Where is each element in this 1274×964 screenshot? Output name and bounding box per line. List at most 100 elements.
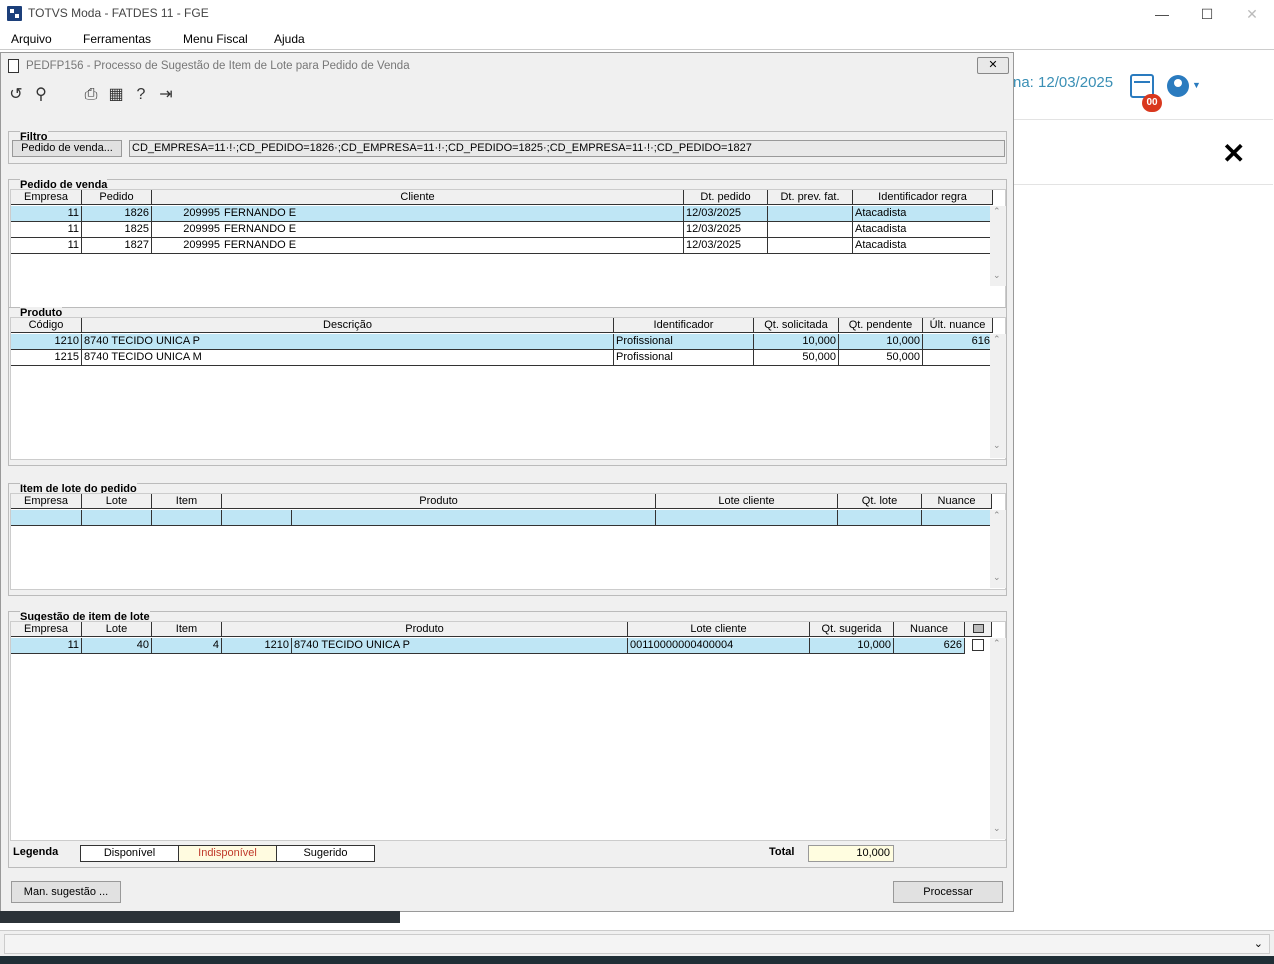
table-cell[interactable]: 11 <box>11 222 82 238</box>
table-cell[interactable]: 12/03/2025 <box>684 238 768 254</box>
col-header[interactable]: Últ. nuance <box>923 318 993 333</box>
table-cell[interactable] <box>768 206 853 222</box>
col-header[interactable]: Item <box>152 494 222 509</box>
table-cell[interactable]: 11 <box>11 638 82 654</box>
vertical-scrollbar[interactable]: ⌃ ⌄ <box>990 638 1006 839</box>
col-header[interactable]: Empresa <box>11 494 82 509</box>
col-header[interactable]: Qt. lote <box>838 494 922 509</box>
col-header[interactable]: Descrição <box>82 318 614 333</box>
col-header[interactable]: Item <box>152 622 222 637</box>
col-header[interactable]: Identificador <box>614 318 754 333</box>
status-combo[interactable]: ⌄ <box>4 934 1270 954</box>
filtro-input[interactable]: CD_EMPRESA=11·!·;CD_PEDIDO=1826·;CD_EMPR… <box>129 140 1005 157</box>
col-header[interactable]: Qt. pendente <box>839 318 923 333</box>
refresh-icon[interactable]: ↺ <box>6 85 26 105</box>
col-header[interactable]: Qt. solicitada <box>754 318 839 333</box>
col-header[interactable]: Produto <box>222 622 628 637</box>
table-cell[interactable] <box>82 510 152 526</box>
scroll-up-icon[interactable]: ⌃ <box>993 206 1001 217</box>
table-cell[interactable]: 8740 TECIDO UNICA P <box>292 638 628 654</box>
col-header[interactable]: Identificador regra <box>853 190 993 205</box>
table-cell[interactable] <box>768 222 853 238</box>
chevron-down-icon[interactable]: ▼ <box>1192 80 1201 90</box>
menu-fiscal[interactable]: Menu Fiscal <box>183 32 248 46</box>
table-cell[interactable]: 10,000 <box>839 334 923 350</box>
select-all-checkbox[interactable] <box>972 624 984 633</box>
table-cell[interactable] <box>838 510 922 526</box>
scroll-up-icon[interactable]: ⌃ <box>993 510 1001 521</box>
table-cell[interactable]: Profissional <box>614 350 754 366</box>
col-header[interactable]: Nuance <box>922 494 992 509</box>
table-cell[interactable]: 11 <box>11 238 82 254</box>
table-cell[interactable]: 4 <box>152 638 222 654</box>
table-cell[interactable] <box>768 238 853 254</box>
table-cell[interactable]: 1827 <box>82 238 152 254</box>
table-cell[interactable]: 12/03/2025 <box>684 222 768 238</box>
table-cell[interactable] <box>922 510 992 526</box>
row-checkbox[interactable] <box>972 639 984 651</box>
maximize-button[interactable]: ☐ <box>1195 4 1219 24</box>
select-all-header[interactable] <box>965 622 992 637</box>
table-cell[interactable]: FERNANDO E <box>222 206 684 222</box>
table-cell[interactable]: 8740 TECIDO UNICA M <box>82 350 614 366</box>
table-cell[interactable]: FERNANDO E <box>222 222 684 238</box>
close-window-button[interactable]: ✕ <box>1240 4 1264 24</box>
table-cell[interactable]: Atacadista <box>853 222 993 238</box>
col-header[interactable]: Lote cliente <box>628 622 810 637</box>
table-cell[interactable] <box>923 350 993 366</box>
calendar-icon[interactable]: ▦ <box>106 85 126 105</box>
table-cell[interactable] <box>222 510 292 526</box>
table-cell[interactable]: 626 <box>894 638 965 654</box>
table-cell[interactable]: 12/03/2025 <box>684 206 768 222</box>
table-cell[interactable]: 00110000000400004 <box>628 638 810 654</box>
processar-button[interactable]: Processar <box>893 881 1003 903</box>
col-header[interactable]: Produto <box>222 494 656 509</box>
pedido-venda-button[interactable]: Pedido de venda... <box>12 140 122 157</box>
table-cell[interactable]: Atacadista <box>853 206 993 222</box>
col-header[interactable]: Dt. pedido <box>684 190 768 205</box>
table-cell[interactable]: 616 <box>923 334 993 350</box>
table-cell[interactable] <box>292 510 656 526</box>
col-header[interactable]: Empresa <box>11 190 82 205</box>
table-cell[interactable]: 1210 <box>11 334 82 350</box>
table-cell[interactable]: 40 <box>82 638 152 654</box>
table-cell[interactable]: FERNANDO E <box>222 238 684 254</box>
menu-ajuda[interactable]: Ajuda <box>274 32 305 46</box>
search-icon[interactable]: ⚲ <box>31 85 51 105</box>
scroll-up-icon[interactable]: ⌃ <box>993 638 1001 649</box>
help-icon[interactable]: ? <box>131 85 151 105</box>
col-header[interactable]: Lote <box>82 494 152 509</box>
table-cell[interactable]: 50,000 <box>754 350 839 366</box>
col-header[interactable]: Pedido <box>82 190 152 205</box>
table-cell[interactable]: 1825 <box>82 222 152 238</box>
table-cell[interactable]: 1215 <box>11 350 82 366</box>
vertical-scrollbar[interactable]: ⌃ ⌄ <box>990 510 1006 588</box>
col-header[interactable]: Empresa <box>11 622 82 637</box>
exit-icon[interactable]: ⇥ <box>156 85 176 105</box>
menu-arquivo[interactable]: Arquivo <box>11 32 52 46</box>
col-header[interactable]: Lote <box>82 622 152 637</box>
table-cell[interactable]: 10,000 <box>810 638 894 654</box>
col-header[interactable]: Lote cliente <box>656 494 838 509</box>
col-header[interactable]: Nuance <box>894 622 965 637</box>
vertical-scrollbar[interactable]: ⌃ ⌄ <box>990 334 1006 458</box>
chevron-down-icon[interactable]: ⌄ <box>1254 937 1263 950</box>
table-cell[interactable] <box>152 510 222 526</box>
man-sugestao-button[interactable]: Man. sugestão ... <box>11 881 121 903</box>
scroll-down-icon[interactable]: ⌄ <box>993 270 1001 281</box>
dialog-close-button[interactable]: ✕ <box>977 57 1009 74</box>
table-cell[interactable]: Atacadista <box>853 238 993 254</box>
table-cell[interactable]: 1210 <box>222 638 292 654</box>
user-avatar-icon[interactable] <box>1167 75 1189 97</box>
vertical-scrollbar[interactable]: ⌃ ⌄ <box>990 206 1006 286</box>
table-cell[interactable]: 1826 <box>82 206 152 222</box>
col-header[interactable]: Código <box>11 318 82 333</box>
col-header[interactable]: Cliente <box>152 190 684 205</box>
scroll-down-icon[interactable]: ⌄ <box>993 440 1001 451</box>
row-checkbox-cell[interactable] <box>965 638 992 654</box>
table-cell[interactable]: 209995 <box>152 222 222 238</box>
table-cell[interactable]: Profissional <box>614 334 754 350</box>
close-icon[interactable]: ✕ <box>1222 137 1245 170</box>
scroll-down-icon[interactable]: ⌄ <box>993 823 1001 834</box>
table-cell[interactable]: 11 <box>11 206 82 222</box>
